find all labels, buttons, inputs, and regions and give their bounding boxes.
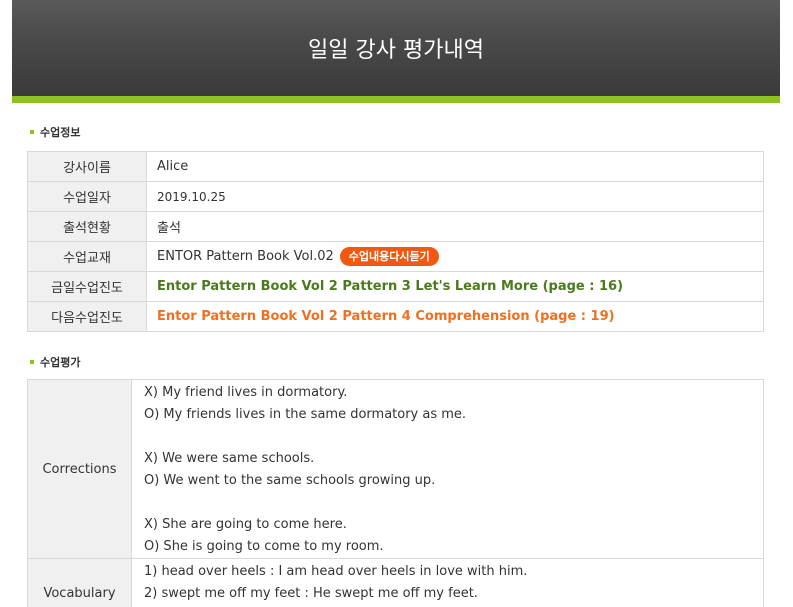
table-row: 출석현황 출석 (27, 211, 764, 242)
textbook-value: ENTOR Pattern Book Vol.02 (157, 249, 334, 264)
teacher-name-label: 강사이름 (27, 151, 147, 182)
vocabulary-content: 1) head over heels : I am head over heel… (131, 558, 764, 607)
header-accent-bar (12, 96, 780, 103)
class-info-section-title: 수업정보 (30, 124, 80, 140)
next-progress-label: 다음수업진도 (27, 301, 147, 332)
correction-line: O) We went to the same schools growing u… (144, 473, 436, 488)
corrections-content: X) My friend lives in dormatory. O) My f… (131, 379, 764, 559)
today-progress-value: Entor Pattern Book Vol 2 Pattern 3 Let's… (146, 271, 764, 302)
teacher-name-value: Alice (146, 151, 764, 182)
correction-line: O) My friends lives in the same dormator… (144, 407, 467, 422)
class-date-label: 수업일자 (27, 181, 147, 212)
table-row: 금일수업진도 Entor Pattern Book Vol 2 Pattern … (27, 271, 764, 302)
bullet-icon (30, 130, 34, 134)
attendance-value: 출석 (146, 211, 764, 242)
class-date-value: 2019.10.25 (146, 181, 764, 212)
next-progress-value: Entor Pattern Book Vol 2 Pattern 4 Compr… (146, 301, 764, 332)
table-row: Vocabulary 1) head over heels : I am hea… (27, 558, 764, 607)
page-header: 일일 강사 평가내역 (12, 0, 780, 96)
vocabulary-label: Vocabulary (27, 558, 132, 607)
replay-class-button[interactable]: 수업내용다시듣기 (339, 247, 439, 266)
vocabulary-line: 2) swept me off my feet : He swept me of… (144, 586, 478, 601)
evaluation-table: Corrections X) My friend lives in dormat… (27, 379, 764, 607)
page-title: 일일 강사 평가내역 (308, 38, 484, 63)
today-progress-label: 금일수업진도 (27, 271, 147, 302)
table-row: 수업일자 2019.10.25 (27, 181, 764, 212)
textbook-label: 수업교재 (27, 241, 147, 272)
table-row: 다음수업진도 Entor Pattern Book Vol 2 Pattern … (27, 301, 764, 332)
attendance-label: 출석현황 (27, 211, 147, 242)
correction-line: X) My friend lives in dormatory. (144, 385, 348, 400)
evaluation-section-title: 수업평가 (30, 354, 80, 370)
correction-line: X) She are going to come here. (144, 517, 347, 532)
bullet-icon (30, 360, 34, 364)
table-row: 강사이름 Alice (27, 151, 764, 182)
textbook-cell: ENTOR Pattern Book Vol.02 수업내용다시듣기 (146, 241, 764, 272)
correction-line: O) She is going to come to my room. (144, 539, 384, 554)
class-info-table: 강사이름 Alice 수업일자 2019.10.25 출석현황 출석 수업교재 … (27, 151, 764, 332)
correction-line: X) We were same schools. (144, 451, 315, 466)
table-row: 수업교재 ENTOR Pattern Book Vol.02 수업내용다시듣기 (27, 241, 764, 272)
corrections-label: Corrections (27, 379, 132, 559)
table-row: Corrections X) My friend lives in dormat… (27, 379, 764, 559)
vocabulary-line: 1) head over heels : I am head over heel… (144, 564, 528, 579)
